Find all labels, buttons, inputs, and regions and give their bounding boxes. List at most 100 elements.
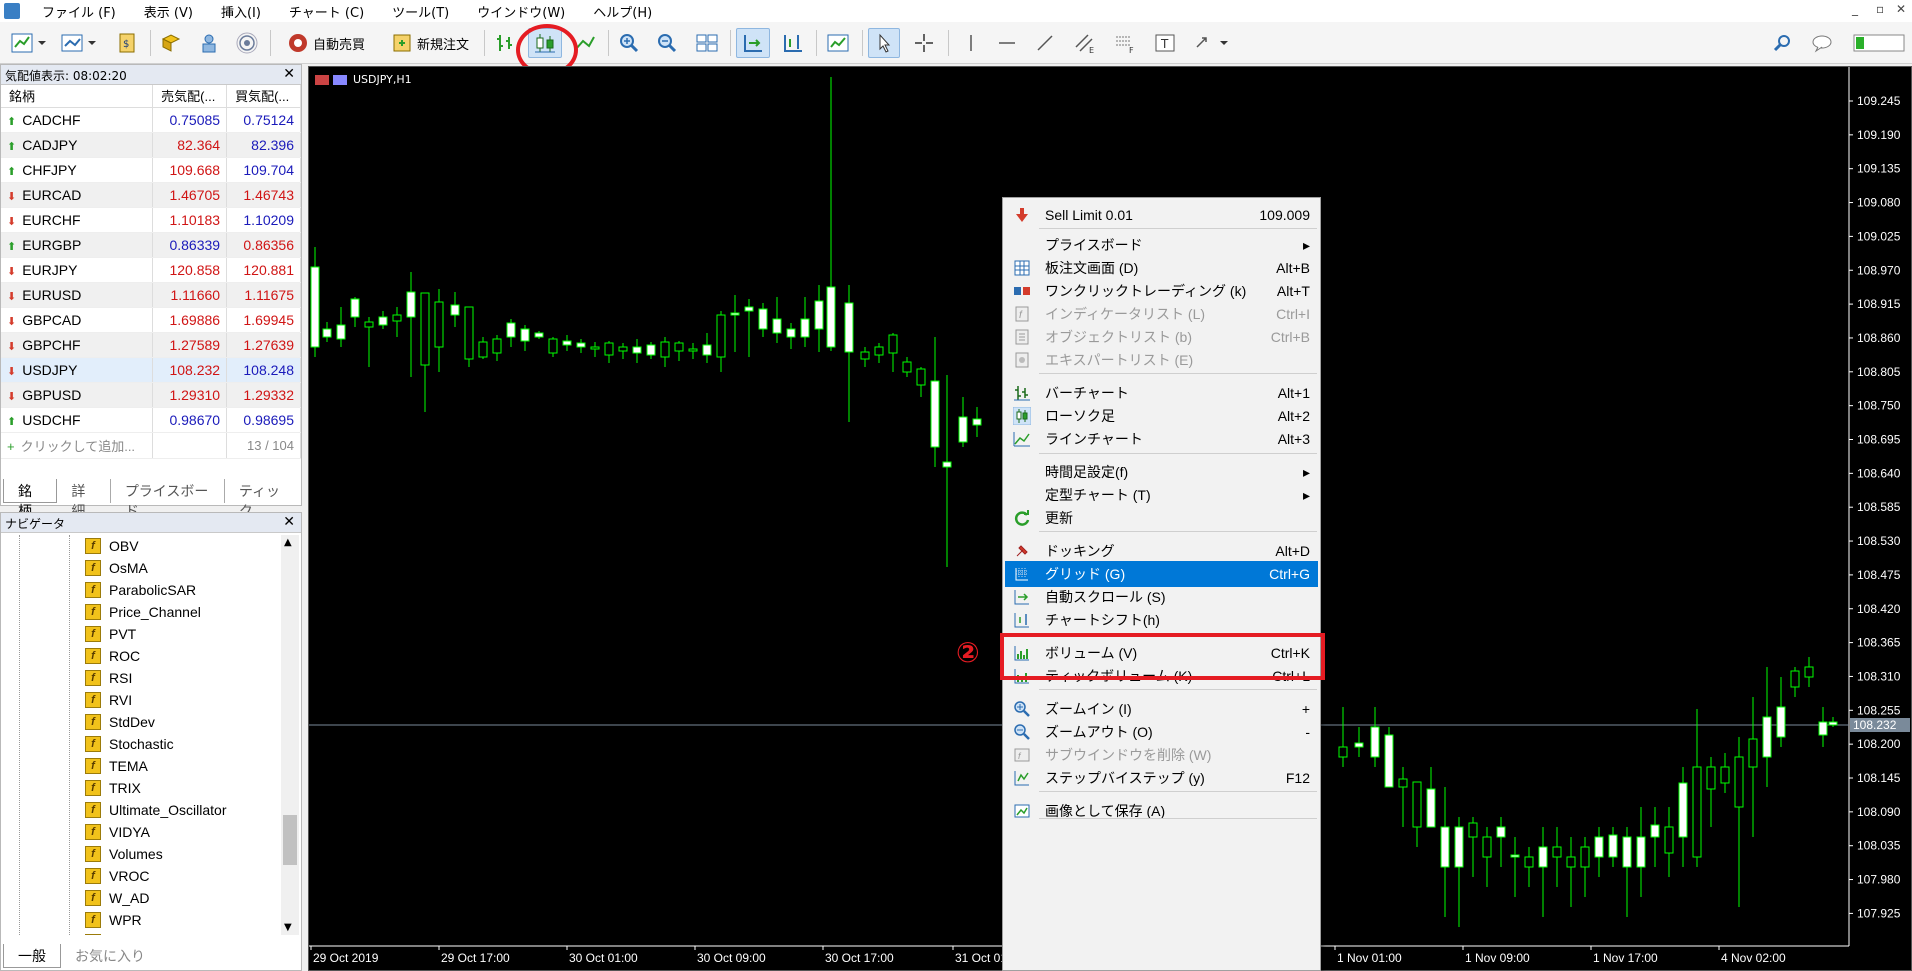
navigator-item[interactable]: f Volumes xyxy=(1,843,283,865)
symbol-row[interactable]: ⬇ EURJPY 120.858 120.881 xyxy=(1,257,301,283)
menu-file[interactable]: ファイル (F) xyxy=(28,2,130,21)
minimize-button[interactable]: _ xyxy=(1852,2,1858,16)
symbol-cell[interactable]: ⬇ EURCAD xyxy=(1,182,154,208)
add-symbol-row[interactable]: + クリックして追加... 13 / 104 xyxy=(1,432,301,459)
arrows-button[interactable] xyxy=(1190,28,1232,58)
col-bid[interactable]: 売気配(... xyxy=(152,85,228,108)
navigator-item[interactable]: f ParabolicSAR xyxy=(1,579,283,601)
symbol-cell[interactable]: ⬇ EURUSD xyxy=(1,282,154,308)
symbol-row[interactable]: ⬆ EURGBP 0.86339 0.86356 xyxy=(1,232,301,258)
col-symbol[interactable]: 銘柄 xyxy=(1,85,154,108)
navigator-item[interactable]: f OsMA xyxy=(1,557,283,579)
text-button[interactable]: T xyxy=(1148,28,1182,58)
col-ask[interactable]: 買気配(... xyxy=(226,85,301,108)
menu-chart[interactable]: チャート (C) xyxy=(275,2,378,21)
symbol-cell[interactable]: ⬆ CADJPY xyxy=(1,132,154,158)
scroll-down-icon[interactable]: ▼ xyxy=(284,922,292,933)
menu-insert[interactable]: 挿入(I) xyxy=(207,2,275,21)
symbol-row[interactable]: ⬇ EURCAD 1.46705 1.46743 xyxy=(1,182,301,208)
navigator-item[interactable]: f VIDYA xyxy=(1,821,283,843)
navigator-item[interactable]: f RSI xyxy=(1,667,283,689)
context-menu-item[interactable]: チャートシフト(h) xyxy=(1005,607,1318,633)
navigator-item[interactable]: f Stochastic xyxy=(1,733,283,755)
symbol-cell[interactable]: ⬇ GBPCHF xyxy=(1,332,154,358)
search-button[interactable] xyxy=(1768,28,1798,58)
symbol-cell[interactable]: ⬇ GBPCAD xyxy=(1,307,154,333)
menu-help[interactable]: ヘルプ(H) xyxy=(579,2,666,21)
trendline-button[interactable] xyxy=(1030,28,1060,58)
auto-scroll-button[interactable] xyxy=(736,28,770,58)
cursor-button[interactable] xyxy=(868,28,900,58)
navigator-close-icon[interactable]: ✕ xyxy=(283,514,295,530)
symbol-cell[interactable]: ⬆ CHFJPY xyxy=(1,157,154,183)
context-menu-item[interactable]: ステップバイステップ (y) F12 xyxy=(1005,765,1318,791)
navigator-item[interactable]: f RVI xyxy=(1,689,283,711)
scroll-thumb[interactable] xyxy=(283,815,297,865)
horizontal-line-button[interactable] xyxy=(992,28,1022,58)
navigator-item[interactable]: f TEMA xyxy=(1,755,283,777)
navigator-item[interactable]: f PVT xyxy=(1,623,283,645)
menu-window[interactable]: ウインドウ(W) xyxy=(463,2,579,21)
symbol-row[interactable]: ⬇ EURCHF 1.10183 1.10209 xyxy=(1,207,301,233)
navigator-item[interactable]: f W_AD xyxy=(1,887,283,909)
navigator-item[interactable]: f VROC xyxy=(1,865,283,887)
context-menu-item[interactable]: 更新 xyxy=(1005,505,1318,531)
symbol-cell[interactable]: ⬆ CADCHF xyxy=(1,107,154,133)
restore-button[interactable]: ▫ xyxy=(1876,2,1884,16)
navigator-item[interactable]: f ROC xyxy=(1,645,283,667)
connection-status[interactable] xyxy=(1850,28,1908,58)
navigator-item[interactable]: f TRIX xyxy=(1,777,283,799)
symbol-row[interactable]: ⬇ USDJPY 108.232 108.248 xyxy=(1,357,301,383)
symbol-cell[interactable]: ⬇ USDJPY xyxy=(1,357,154,383)
auto-trade-button[interactable]: 自動売買 xyxy=(278,28,374,58)
menu-tools[interactable]: ツール(T) xyxy=(378,2,463,21)
templates-button[interactable] xyxy=(822,28,854,58)
market-watch-button[interactable]: $ xyxy=(112,28,142,58)
navigator-button[interactable] xyxy=(194,28,224,58)
context-menu-item[interactable]: ラインチャート Alt+3 xyxy=(1005,426,1318,452)
navigator-item[interactable]: f StdDev xyxy=(1,711,283,733)
context-menu-item[interactable]: 画像として保存 (A) xyxy=(1005,798,1318,824)
symbol-row[interactable]: ⬇ GBPUSD 1.29310 1.29332 xyxy=(1,382,301,408)
new-order-button[interactable]: 新規注文 xyxy=(382,28,478,58)
navigator-item[interactable]: f Ultimate_Oscillator xyxy=(1,799,283,821)
zoom-out-button[interactable] xyxy=(652,28,682,58)
symbol-row[interactable]: ⬆ CADJPY 82.364 82.396 xyxy=(1,132,301,158)
chart-menu-icon[interactable] xyxy=(315,74,329,85)
profiles-button[interactable] xyxy=(56,28,100,58)
fibonacci-button[interactable]: F xyxy=(1108,28,1142,58)
close-button[interactable]: ✕ xyxy=(1896,2,1906,16)
signals-button[interactable] xyxy=(232,28,262,58)
tab-details[interactable]: 詳細 xyxy=(57,479,111,520)
new-chart-button[interactable] xyxy=(6,28,50,58)
tab-ticks[interactable]: ティック xyxy=(225,479,301,520)
symbol-row[interactable]: ⬆ CADCHF 0.75085 0.75124 xyxy=(1,107,301,133)
navigator-item[interactable]: f Price_Channel xyxy=(1,601,283,623)
navigator-item[interactable]: f OBV xyxy=(1,535,283,557)
crosshair-button[interactable] xyxy=(908,28,940,58)
tab-symbols[interactable]: 銘柄 xyxy=(3,479,58,520)
tab-general[interactable]: 一般 xyxy=(3,944,61,968)
context-menu-item[interactable]: エキスパートリスト (E) xyxy=(1005,347,1318,373)
tab-favorites[interactable]: お気に入り xyxy=(61,944,159,968)
scroll-up-icon[interactable]: ▲ xyxy=(284,537,292,548)
chart-shift-button[interactable] xyxy=(776,28,810,58)
tab-price-board[interactable]: プライスボード xyxy=(111,479,225,520)
symbol-cell[interactable]: ⬆ EURGBP xyxy=(1,232,154,258)
symbol-cell[interactable]: ⬆ USDCHF xyxy=(1,407,154,433)
symbol-row[interactable]: ⬇ GBPCAD 1.69886 1.69945 xyxy=(1,307,301,333)
symbol-cell[interactable]: ⬇ EURCHF xyxy=(1,207,154,233)
symbol-cell[interactable]: ⬇ EURJPY xyxy=(1,257,154,283)
zoom-in-button[interactable] xyxy=(614,28,644,58)
navigator-item[interactable]: f WPR xyxy=(1,909,283,931)
market-watch-close-icon[interactable]: ✕ xyxy=(283,66,295,82)
tile-windows-button[interactable] xyxy=(690,28,724,58)
symbol-cell[interactable]: ⬇ GBPUSD xyxy=(1,382,154,408)
symbol-row[interactable]: ⬇ GBPCHF 1.27589 1.27639 xyxy=(1,332,301,358)
chat-button[interactable] xyxy=(1808,28,1840,58)
vertical-line-button[interactable] xyxy=(956,28,986,58)
navigator-scrollbar[interactable]: ▲ ▼ xyxy=(281,535,299,935)
symbol-row[interactable]: ⬇ EURUSD 1.11660 1.11675 xyxy=(1,282,301,308)
symbol-row[interactable]: ⬆ CHFJPY 109.668 109.704 xyxy=(1,157,301,183)
add-symbol-label[interactable]: + クリックして追加... xyxy=(1,432,154,459)
